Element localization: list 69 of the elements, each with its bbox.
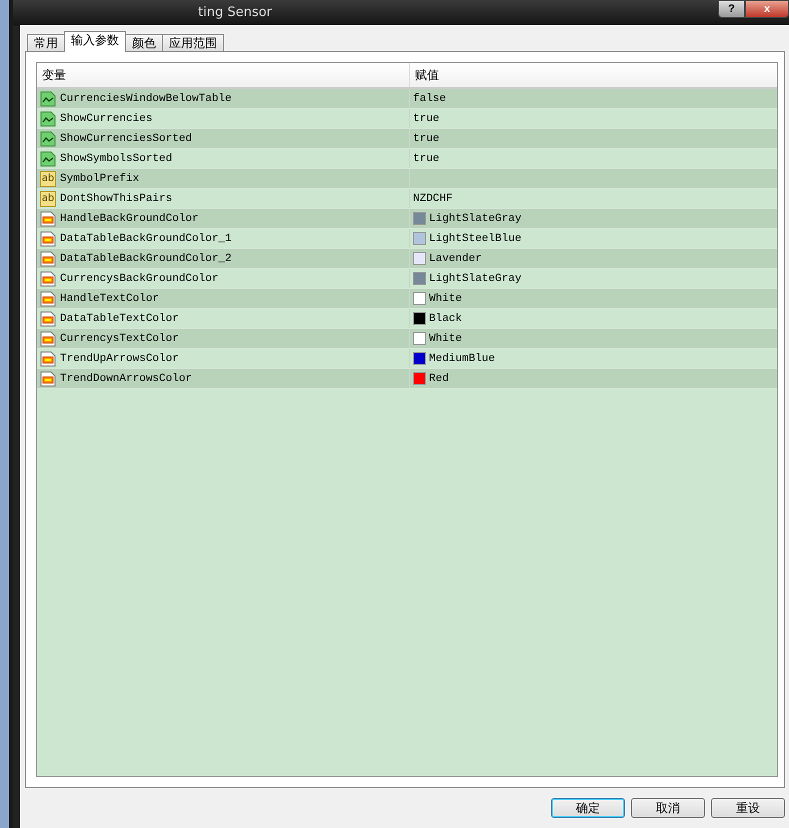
parameter-row[interactable]: ShowCurrencies true (37, 109, 777, 129)
value-text: Lavender (429, 252, 482, 264)
dialog-button[interactable]: 取消 (631, 798, 705, 818)
parameter-name: ShowCurrenciesSorted (60, 132, 192, 144)
parameter-row[interactable]: CurrencysTextColor White (37, 329, 777, 349)
tab[interactable]: 常用 (27, 34, 65, 52)
palette-icon (40, 290, 56, 306)
tab[interactable]: 输入参数 (64, 31, 126, 52)
parameter-name: DataTableBackGroundColor_2 (60, 252, 232, 264)
parameter-row[interactable]: DataTableTextColor Black (37, 309, 777, 329)
value-text: LightSlateGray (429, 272, 522, 284)
palette-icon (40, 370, 56, 386)
parameter-row[interactable]: CurrencysBackGroundColor LightSlateGray (37, 269, 777, 289)
tab[interactable]: 应用范围 (162, 34, 224, 52)
parameter-name: DontShowThisPairs (60, 192, 172, 204)
parameter-name: CurrenciesWindowBelowTable (60, 92, 232, 104)
dialog-button[interactable]: 确定 (551, 798, 625, 818)
parameter-row[interactable]: HandleBackGroundColor LightSlateGray (37, 209, 777, 229)
value-text: LightSlateGray (429, 212, 522, 224)
parameter-row[interactable]: TrendDownArrowsColor Red (37, 369, 777, 389)
value-text: Black (429, 312, 462, 324)
parameter-row[interactable]: DataTableBackGroundColor_2 Lavender (37, 249, 777, 269)
parameter-row[interactable]: TrendUpArrowsColor MediumBlue (37, 349, 777, 369)
parameter-row[interactable]: DataTableBackGroundColor_1 LightSteelBlue (37, 229, 777, 249)
column-header[interactable]: 变量 (37, 63, 409, 87)
text-icon: ab (40, 170, 56, 186)
parameter-name: CurrencysBackGroundColor (60, 272, 218, 284)
chart-icon (40, 150, 56, 166)
text-icon: ab (40, 190, 56, 206)
parameter-name: DataTableTextColor (60, 312, 179, 324)
parameter-name: HandleTextColor (60, 292, 160, 304)
chart-icon (40, 90, 56, 106)
help-button[interactable]: ? (718, 0, 745, 18)
parameter-row[interactable]: ab DontShowThisPairs NZDCHF (37, 189, 777, 209)
palette-icon (40, 310, 56, 326)
parameter-row[interactable]: ShowSymbolsSorted true (37, 149, 777, 169)
palette-icon (40, 210, 56, 226)
value-text: MediumBlue (429, 352, 496, 364)
window-title: ting Sensor (197, 5, 272, 20)
value-text: Red (429, 372, 449, 384)
value-text: White (429, 332, 462, 344)
chart-icon (40, 110, 56, 126)
dialog-button[interactable]: 重设 (711, 798, 785, 818)
parameter-name: ShowCurrencies (60, 112, 152, 124)
parameter-name: SymbolPrefix (60, 172, 140, 184)
parameter-name: TrendUpArrowsColor (60, 352, 179, 364)
value-text: true (413, 132, 440, 144)
palette-icon (40, 230, 56, 246)
parameter-name: HandleBackGroundColor (60, 212, 199, 224)
parameter-name: CurrencysTextColor (60, 332, 179, 344)
value-text: true (413, 112, 440, 124)
palette-icon (40, 350, 56, 366)
value-text: NZDCHF (413, 192, 453, 204)
value-text: LightSteelBlue (429, 232, 522, 244)
parameter-row[interactable]: ab SymbolPrefix (37, 169, 777, 189)
palette-icon (40, 250, 56, 266)
value-text: false (413, 92, 446, 104)
value-text: true (413, 152, 440, 164)
parameter-name: TrendDownArrowsColor (60, 372, 192, 384)
palette-icon (40, 330, 56, 346)
parameter-row[interactable]: CurrenciesWindowBelowTable false (37, 89, 777, 109)
parameter-row[interactable]: HandleTextColor White (37, 289, 777, 309)
chart-icon (40, 130, 56, 146)
parameter-name: DataTableBackGroundColor_1 (60, 232, 232, 244)
column-header[interactable]: 赋值 (409, 63, 777, 87)
parameter-name: ShowSymbolsSorted (60, 152, 172, 164)
parameter-row[interactable]: ShowCurrenciesSorted true (37, 129, 777, 149)
palette-icon (40, 270, 56, 286)
value-text: White (429, 292, 462, 304)
